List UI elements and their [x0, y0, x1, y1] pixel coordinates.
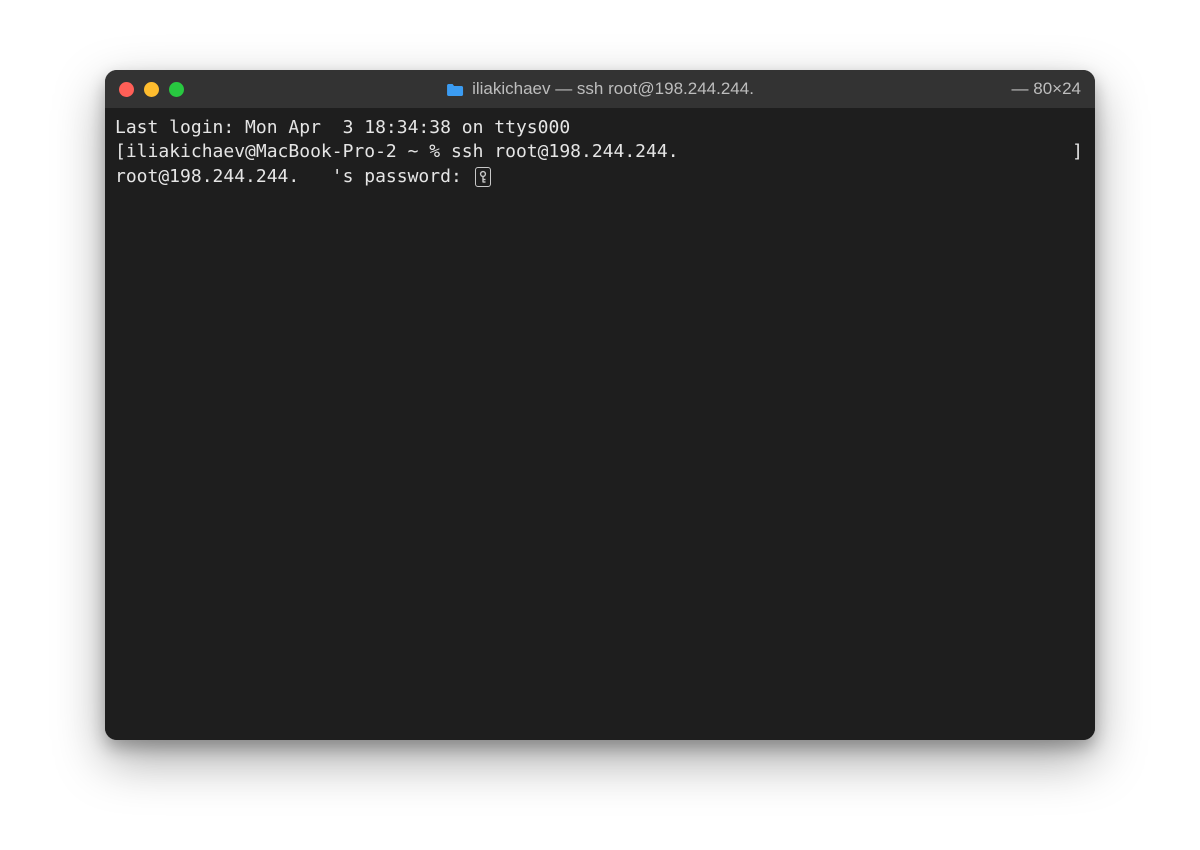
traffic-lights	[119, 82, 184, 97]
last-login-text: Last login: Mon Apr 3 18:34:38 on ttys00…	[115, 116, 570, 140]
last-login-line: Last login: Mon Apr 3 18:34:38 on ttys00…	[115, 116, 1085, 140]
terminal-window: iliakichaev — ssh root@198.244.244. — 80…	[105, 70, 1095, 740]
prompt-close-bracket: ]	[1072, 140, 1085, 164]
prompt-open-bracket: [	[115, 141, 126, 162]
folder-icon	[446, 82, 464, 96]
close-button[interactable]	[119, 82, 134, 97]
prompt-line: [iliakichaev@MacBook-Pro-2 ~ % ssh root@…	[115, 140, 1085, 164]
password-prompt-text: root@198.244.244. 's password:	[115, 165, 473, 189]
maximize-button[interactable]	[169, 82, 184, 97]
command-text: ssh root@198.244.244.	[451, 141, 679, 162]
terminal-body[interactable]: Last login: Mon Apr 3 18:34:38 on ttys00…	[105, 108, 1095, 740]
titlebar[interactable]: iliakichaev — ssh root@198.244.244. — 80…	[105, 70, 1095, 108]
minimize-button[interactable]	[144, 82, 159, 97]
shell-prompt: iliakichaev@MacBook-Pro-2 ~ %	[126, 141, 451, 162]
window-dimensions: — 80×24	[1012, 79, 1081, 99]
window-title-text: iliakichaev — ssh root@198.244.244.	[472, 79, 754, 99]
prompt-left-group: [iliakichaev@MacBook-Pro-2 ~ % ssh root@…	[115, 140, 679, 164]
password-prompt-line: root@198.244.244. 's password:	[115, 165, 1085, 189]
key-icon	[475, 167, 491, 187]
window-title: iliakichaev — ssh root@198.244.244.	[446, 79, 754, 99]
